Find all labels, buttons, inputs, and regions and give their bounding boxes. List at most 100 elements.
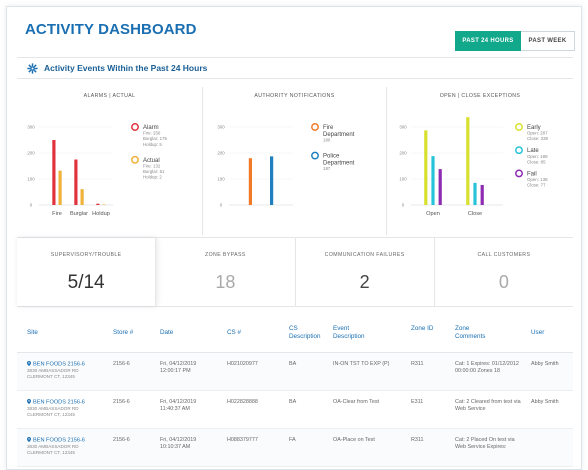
column-header-user[interactable]: User: [531, 329, 544, 337]
alarms-actual-panel: ALARMS | ACTUAL 300 200 100 0 Fire Burglar Hol…: [17, 87, 203, 235]
legend-detail: Holdup: 5: [143, 142, 162, 147]
kpi-value: 2: [359, 272, 370, 292]
column-header-zone-id[interactable]: Zone ID: [411, 325, 435, 333]
event-description-cell: OA-Place on Test: [333, 437, 393, 444]
date-line: Fri, 04/12/2019: [160, 399, 197, 405]
authority-notifications-panel: AUTHORITY NOTIFICATIONS 300 200 100 0 Fire De…: [203, 87, 387, 235]
kpi-label: ZONE BYPASS: [205, 252, 246, 258]
site-name-text: BEN FOODS 2156-6: [33, 437, 85, 444]
table-row[interactable]: BEN FOODS 2156-6 3830 AMBASSADOR RD CLERMO…: [17, 429, 573, 467]
column-header-cs[interactable]: CS #: [227, 329, 241, 337]
cs-cell: H088379777: [227, 437, 283, 444]
time-line: 12:00:17 PM: [160, 367, 191, 374]
zone-id: E311: [411, 399, 424, 405]
zone-comments-cell: Cat: 2 Cleared from test via Web Service: [455, 399, 523, 413]
event-description-cell: OA-Clear from Test: [333, 399, 393, 406]
kpi-call-customers[interactable]: CALL CUSTOMERS 0: [435, 238, 573, 306]
kpi-label: SUPERVISORY/TROUBLE: [50, 252, 122, 258]
kpi-communication-failures[interactable]: COMMUNICATION FAILURES 2: [296, 238, 435, 306]
legend-label: Police Department: [323, 154, 355, 167]
map-pin-icon: [27, 437, 31, 442]
column-header-zone-comments[interactable]: Zone Comments: [455, 325, 499, 340]
legend-detail: Open: 138: [527, 177, 548, 182]
past-24-hours-button[interactable]: PAST 24 HOURS: [455, 31, 521, 51]
bar-police-department: [270, 156, 274, 205]
zone-id-cell: R311: [411, 437, 447, 444]
y-tick-label: 100: [27, 177, 35, 182]
event-description: OA-Clear from Test: [333, 399, 380, 405]
site-cell: BEN FOODS 2156-6 3830 AMBASSADOR RD CLERMO…: [27, 361, 107, 379]
legend-detail: Burglar: 61: [143, 169, 165, 174]
column-header-date[interactable]: Date: [160, 329, 173, 337]
table-row[interactable]: BEN FOODS 2156-6 3830 AMBASSADOR RD CLERMO…: [17, 353, 573, 391]
zone-id-cell: E311: [411, 399, 447, 406]
legend-marker-icon: [515, 123, 523, 131]
site-address-line-2: CLERMONT CT, 12345: [27, 449, 75, 455]
legend-detail: Close: 77: [527, 183, 546, 188]
kpi-label: COMMUNICATION FAILURES: [324, 252, 405, 258]
cs-description: BA: [289, 361, 297, 367]
cs-number: H088379777: [227, 437, 258, 443]
date-cell: Fri, 04/12/2019 12:00:17 PM: [160, 361, 222, 375]
event-description-cell: IN-ON TST TO EXP (P): [333, 361, 393, 368]
bar-late: [431, 156, 435, 205]
bar-early: [424, 130, 428, 205]
y-tick-label: 0: [30, 203, 33, 208]
zone-comments: Cat: 1 Expires: 01/12/2012 00:00:00 Zone…: [455, 361, 519, 374]
site-name[interactable]: BEN FOODS 2156-6: [27, 399, 107, 406]
bar-alarm: [52, 140, 56, 205]
table-body: BEN FOODS 2156-6 3830 AMBASSADOR RD CLERMO…: [17, 353, 573, 467]
column-header-store[interactable]: Store #: [113, 329, 133, 337]
activity-table: Site Store # Date CS # CS Description Ev…: [17, 313, 573, 467]
y-tick-label: 300: [399, 125, 407, 130]
legend-marker-icon: [515, 146, 523, 155]
kpi-row: SUPERVISORY/TROUBLE 5/14 ZONE BYPASS 18 …: [17, 237, 573, 307]
legend-detail: 180: [323, 138, 331, 143]
cs-description-cell: BA: [289, 399, 325, 406]
zone-comments: Cat: 2 Placed On test via Web Service Ex…: [455, 437, 515, 450]
activity-dashboard-card: ACTIVITY DASHBOARD PAST 24 HOURS PAST WE…: [6, 6, 582, 470]
x-tick-label: Close: [468, 211, 482, 217]
bar-alarm: [96, 203, 100, 205]
kpi-value: 5/14: [67, 272, 105, 293]
bar-actual: [80, 189, 84, 205]
past-week-button[interactable]: PAST WEEK: [521, 31, 575, 51]
kpi-label: CALL CUSTOMERS: [477, 252, 531, 258]
site-name[interactable]: BEN FOODS 2156-6: [27, 437, 107, 444]
y-tick-label: 0: [402, 203, 405, 208]
time-range-toggle: PAST 24 HOURS PAST WEEK: [455, 31, 575, 51]
site-name[interactable]: BEN FOODS 2156-6: [27, 361, 107, 368]
site-name-text: BEN FOODS 2156-6: [33, 399, 85, 406]
zone-comments-cell: Cat: 1 Expires: 01/12/2012 00:00:00 Zone…: [455, 361, 523, 375]
legend-detail: Fire: 250: [143, 131, 161, 136]
store-cell: 2156-6: [113, 437, 153, 444]
cs-number: H021020977: [227, 361, 258, 367]
date-cell: Fri, 04/12/2019 10:10:37 AM: [160, 437, 222, 451]
bar-fire-department: [248, 158, 252, 205]
legend-marker-icon: [131, 155, 139, 164]
legend-detail: Fire: 132: [143, 163, 161, 168]
kpi-supervisory-trouble[interactable]: SUPERVISORY/TROUBLE 5/14: [17, 238, 157, 306]
legend-label: Fire Department: [323, 125, 355, 138]
cs-number: H022828888: [227, 399, 258, 405]
table-row[interactable]: BEN FOODS 2156-6 3830 AMBASSADOR RD CLERMO…: [17, 391, 573, 429]
user-cell: Abby Smith: [531, 361, 567, 368]
open-close-exceptions-panel: OPEN | CLOSE EXCEPTIONS 300 200 100 0 Open Cl…: [387, 87, 573, 235]
column-header-cs-description[interactable]: CS Description: [289, 325, 323, 340]
cs-description-cell: FA: [289, 437, 325, 444]
bar-actual: [58, 170, 62, 205]
time-line: 11:40:37 AM: [160, 405, 190, 412]
table-header: Site Store # Date CS # CS Description Ev…: [17, 313, 573, 353]
user-name: Abby Smith: [531, 361, 559, 367]
map-pin-icon: [27, 399, 31, 404]
cs-description: FA: [289, 437, 296, 443]
zone-id: R311: [411, 437, 424, 443]
kpi-zone-bypass[interactable]: ZONE BYPASS 18: [156, 238, 296, 306]
kpi-value: 0: [498, 272, 509, 292]
column-header-site[interactable]: Site: [27, 329, 38, 337]
time-line: 10:10:37 AM: [160, 443, 191, 450]
site-address-line-2: CLERMONT CT, 12345: [27, 411, 75, 417]
site-cell: BEN FOODS 2156-6 3830 AMBASSADOR RD CLERMO…: [27, 437, 107, 455]
column-header-event-description[interactable]: Event Description: [333, 325, 377, 340]
zone-id: R311: [411, 361, 424, 367]
